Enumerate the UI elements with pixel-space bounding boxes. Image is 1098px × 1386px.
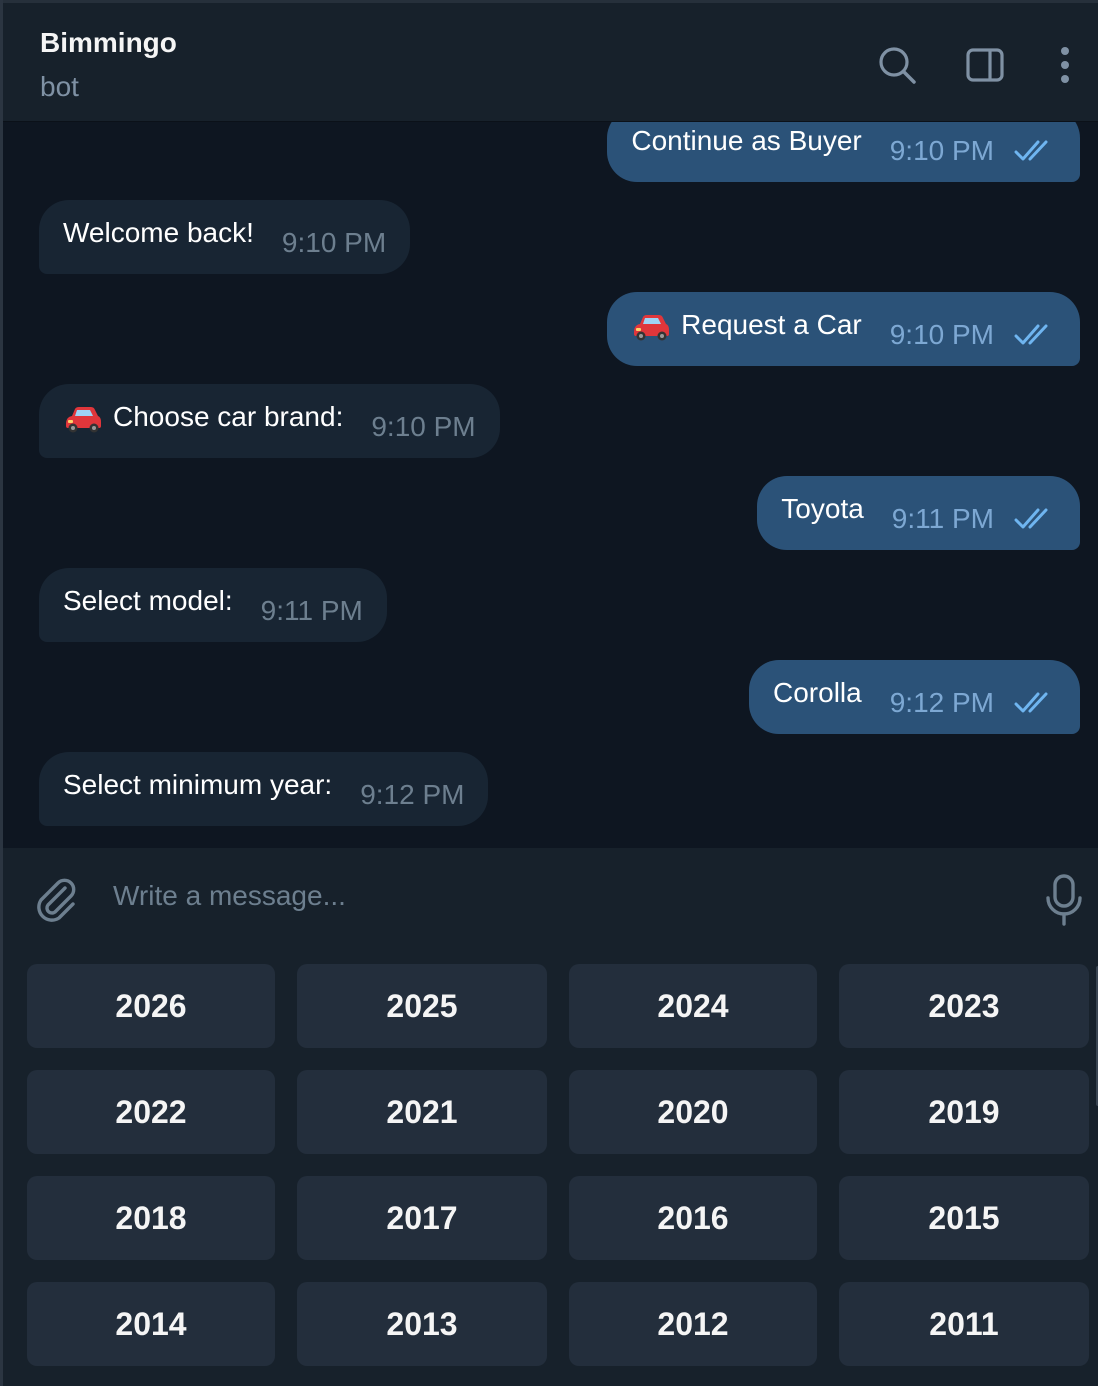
message-time: 9:10 PM <box>281 227 387 258</box>
year-button-2025[interactable]: 2025 <box>297 964 547 1048</box>
message-time: 9:10 PM <box>889 319 994 350</box>
sidebar-toggle-icon[interactable] <box>963 43 1007 87</box>
year-button-2013[interactable]: 2013 <box>297 1282 547 1366</box>
double-check-icon <box>1014 140 1048 161</box>
message-time: 9:12 PM <box>360 779 465 810</box>
message-text: Continue as Buyer <box>631 125 862 156</box>
message-text: Corolla <box>773 677 862 708</box>
more-vertical-icon[interactable] <box>1043 43 1087 87</box>
year-button-2018[interactable]: 2018 <box>27 1176 275 1260</box>
year-button-2015[interactable]: 2015 <box>839 1176 1089 1260</box>
year-button-2026[interactable]: 2026 <box>27 964 275 1048</box>
message-list[interactable]: Continue as Buyer 9:10 PM Welcome back! 9:1… <box>3 122 1098 848</box>
year-button-2016[interactable]: 2016 <box>569 1176 817 1260</box>
year-button-2020[interactable]: 2020 <box>569 1070 817 1154</box>
double-check-icon <box>1014 324 1048 345</box>
year-button-2021[interactable]: 2021 <box>297 1070 547 1154</box>
outgoing-message[interactable]: Toyota 9:11 PM <box>757 476 1080 550</box>
telegram-window: Bimmingo bot Continue as Buyer 9:10 PM Wel… <box>0 0 1098 1386</box>
year-button-2014[interactable]: 2014 <box>27 1282 275 1366</box>
incoming-message[interactable]: Select model: 9:11 PM <box>39 568 387 642</box>
year-button-2017[interactable]: 2017 <box>297 1176 547 1260</box>
double-check-icon <box>1014 692 1048 713</box>
outgoing-message[interactable]: Request a Car 9:10 PM <box>607 292 1080 366</box>
year-button-2019[interactable]: 2019 <box>839 1070 1089 1154</box>
outgoing-message[interactable]: Continue as Buyer 9:10 PM <box>607 122 1080 182</box>
year-button-2011[interactable]: 2011 <box>839 1282 1089 1366</box>
paperclip-icon[interactable] <box>31 872 79 928</box>
search-icon[interactable] <box>875 43 919 87</box>
incoming-message[interactable]: Welcome back! 9:10 PM <box>39 200 411 274</box>
double-check-icon <box>1014 508 1048 529</box>
message-time: 9:12 PM <box>889 687 994 718</box>
microphone-icon[interactable] <box>1041 872 1087 928</box>
message-text: Choose car brand: <box>113 401 344 432</box>
message-text: Select model: <box>63 585 233 616</box>
chat-title[interactable]: Bimmingo <box>40 27 177 59</box>
year-button-2012[interactable]: 2012 <box>569 1282 817 1366</box>
message-time: 9:10 PM <box>889 135 994 166</box>
message-time: 9:11 PM <box>260 595 363 626</box>
reply-keyboard: 2026 2025 2024 2023 2022 2021 2020 2019 2018 2017… <box>3 948 1098 1386</box>
message-text: Welcome back! <box>63 217 254 248</box>
car-emoji <box>66 407 101 433</box>
message-input[interactable]: Write a message... <box>113 880 346 912</box>
message-text: Toyota <box>781 493 864 524</box>
car-emoji <box>634 315 670 341</box>
chat-header: Bimmingo bot <box>3 0 1098 122</box>
year-button-2024[interactable]: 2024 <box>569 964 817 1048</box>
incoming-message[interactable]: Select minimum year: 9:12 PM <box>39 752 489 826</box>
message-composer: Write a message... <box>3 848 1098 948</box>
incoming-message[interactable]: Choose car brand: 9:10 PM <box>39 384 500 458</box>
chat-subtitle: bot <box>40 71 79 102</box>
message-text: Select minimum year: <box>63 769 333 800</box>
outgoing-message[interactable]: Corolla 9:12 PM <box>749 660 1080 734</box>
message-time: 9:11 PM <box>891 503 994 534</box>
year-button-2022[interactable]: 2022 <box>27 1070 275 1154</box>
year-button-2023[interactable]: 2023 <box>839 964 1089 1048</box>
message-time: 9:10 PM <box>371 411 476 442</box>
message-text: Request a Car <box>681 309 862 340</box>
